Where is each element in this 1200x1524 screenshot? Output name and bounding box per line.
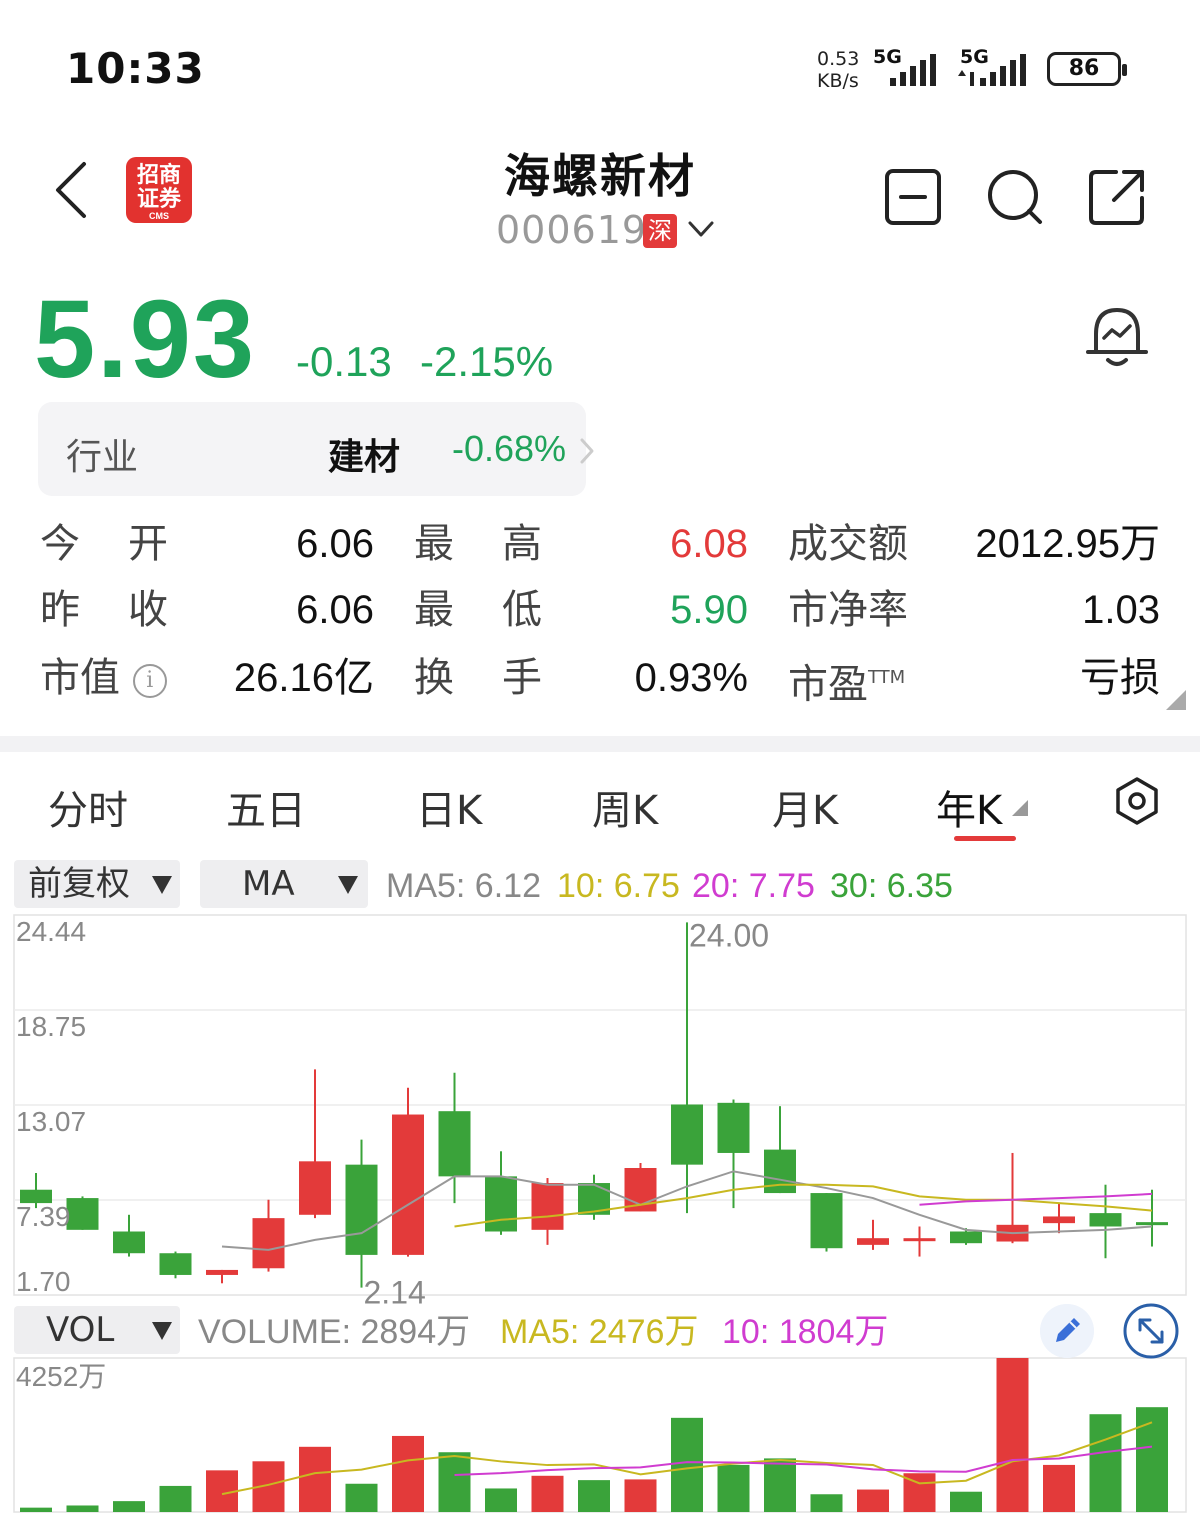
volume-bar [578,1480,610,1512]
volume-bar [996,1358,1029,1512]
volume-bar [113,1501,145,1512]
volume-bar [20,1507,52,1512]
volume-bar [438,1452,471,1512]
volume-bar [345,1483,378,1512]
min-price-annotation: 2.14 [364,1275,426,1311]
y-axis-label: 18.75 [16,1011,86,1042]
candle-body [903,1238,936,1242]
y-axis-label: 1.70 [16,1266,71,1297]
candle-body [671,1104,703,1165]
max-price-annotation: 24.00 [689,917,769,953]
volume-indicator-dropdown[interactable]: VOL [14,1306,180,1354]
volume-bar [392,1435,424,1512]
dropdown-arrow-icon [152,1322,172,1340]
volume-bar [531,1475,564,1512]
y-axis-label: 13.07 [16,1106,86,1137]
volume-ma5-legend: MA5: 2476万 [500,1313,699,1351]
candle-body [392,1114,424,1255]
fullscreen-expand-icon[interactable] [1122,1302,1180,1360]
candle-body [1136,1222,1168,1226]
volume-bar [485,1488,517,1512]
candle-body [438,1111,471,1177]
volume-bar [299,1446,331,1512]
volume-bar [810,1494,843,1512]
candle-body [857,1238,889,1245]
candle-body [252,1218,285,1269]
candle-body [206,1269,238,1275]
candle-body [485,1176,517,1232]
volume-bar [1043,1464,1075,1512]
y-axis-label: 24.44 [16,916,86,947]
volume-bar [764,1458,796,1512]
volume-bar [950,1491,982,1512]
volume-legend: VOLUME: 2894万 [198,1313,471,1351]
volume-bar [66,1505,99,1512]
candle-body [950,1231,982,1244]
candle-body [66,1198,99,1230]
candle-body [113,1231,145,1254]
volume-ma10-legend: 10: 1804万 [722,1313,889,1351]
volume-bar [671,1417,703,1512]
candle-body [1043,1216,1075,1224]
candle-body [717,1102,750,1153]
kline-chart[interactable]: 24.44 18.75 13.07 7.39 1.70 24.00 2.14 4252万 [0,0,1200,1524]
volume-bar [1089,1414,1122,1512]
volume-bar [717,1464,750,1512]
candle-body [1089,1213,1122,1227]
y-axis-label: 7.39 [16,1201,71,1232]
candle-body [345,1164,378,1255]
draw-pen-icon[interactable] [1040,1304,1094,1358]
volume-bar [857,1489,889,1512]
volume-bar [624,1479,657,1512]
candle-body [159,1253,192,1275]
candle-body [531,1183,564,1230]
volume-bar [159,1485,192,1512]
candle-body [299,1161,331,1215]
volume-axis-label: 4252万 [16,1361,106,1392]
candle-body [810,1193,843,1249]
